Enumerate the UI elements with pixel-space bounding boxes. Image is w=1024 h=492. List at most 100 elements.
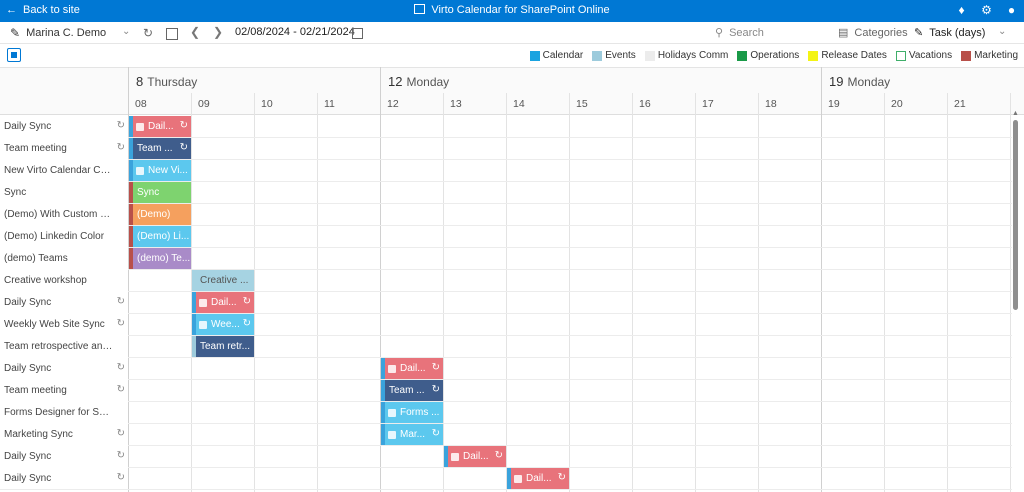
calendar-event[interactable]: Wee... ↻ <box>192 314 254 335</box>
grid-column-line <box>569 93 570 492</box>
calendar-event[interactable]: Dail... ↻ <box>507 468 569 489</box>
calendar-event[interactable]: Mar... ↻ <box>381 424 443 445</box>
teams-icon <box>388 430 396 439</box>
calendar-event[interactable]: Dail... ↻ <box>381 358 443 379</box>
grid-row-line <box>0 467 1012 468</box>
legend-item[interactable]: Marketing <box>961 50 1018 61</box>
event-title: Creative ... <box>200 275 249 286</box>
calendar-event[interactable]: (demo) Te... <box>129 248 191 269</box>
grid-row-line <box>0 489 1012 490</box>
next-period-chevron-icon[interactable]: ❯ <box>213 25 223 39</box>
date-range[interactable]: 02/08/2024 - 02/21/2024 <box>235 26 355 38</box>
event-category-edge <box>129 182 133 203</box>
task-view-icon: ✎ <box>914 27 924 39</box>
user-account-icon[interactable]: ● <box>1005 3 1018 17</box>
legend-item[interactable]: Vacations <box>895 50 952 61</box>
calendar-event[interactable]: New Vi... <box>129 160 191 181</box>
event-title: New Vi... <box>148 165 188 176</box>
recurrence-icon: ↻ <box>116 450 125 461</box>
view-dropdown-chevron-icon[interactable]: ⌄ <box>998 26 1006 37</box>
row-label[interactable]: Team meeting ↻ <box>0 379 128 401</box>
row-label-text: Daily Sync <box>4 296 52 308</box>
row-label[interactable]: (demo) Teams <box>0 247 128 269</box>
teams-icon <box>136 122 144 131</box>
event-title: (Demo) <box>137 209 171 220</box>
legend-item[interactable]: Release Dates <box>808 50 887 61</box>
legend-item[interactable]: Calendar <box>529 50 583 61</box>
recurrence-icon: ↻ <box>116 362 125 373</box>
calendar-event[interactable]: Team ... ↻ <box>129 138 191 159</box>
row-label[interactable]: (Demo) Linkedin Color <box>0 225 128 247</box>
grid-column-line <box>884 93 885 492</box>
row-label[interactable]: Daily Sync ↻ <box>0 357 128 379</box>
hour-label: 12 <box>387 98 399 110</box>
legend-swatch <box>644 50 655 61</box>
calendar-event[interactable]: Team retr... <box>192 336 254 357</box>
calendar-event[interactable]: Sync <box>129 182 191 203</box>
date-picker-calendar-icon[interactable] <box>352 28 363 39</box>
row-label[interactable]: Daily Sync ↻ <box>0 291 128 313</box>
grid-column-line <box>821 67 822 492</box>
event-recurrence-icon: ↻ <box>242 296 251 307</box>
row-label[interactable]: Creative workshop <box>0 269 128 291</box>
event-title: Dail... <box>148 121 174 132</box>
row-label[interactable]: Marketing Sync ↻ <box>0 423 128 445</box>
calendar-event[interactable]: Team ... ↻ <box>381 380 443 401</box>
vertical-scrollbar[interactable] <box>1013 120 1018 310</box>
calendar-event[interactable]: Creative ... <box>192 270 254 291</box>
calendar-event[interactable]: Dail... ↻ <box>444 446 506 467</box>
grid-column-line <box>758 93 759 492</box>
categories-button[interactable]: ▤ Categories <box>838 26 908 40</box>
settings-gear-icon[interactable]: ⚙ <box>980 3 993 17</box>
row-label[interactable]: (Demo) With Custom Color <box>0 203 128 225</box>
search-box[interactable]: ⚲ Search <box>715 26 830 40</box>
legend-item[interactable]: Operations <box>737 50 799 61</box>
previous-period-chevron-icon[interactable]: ❮ <box>190 25 200 39</box>
calendar-event[interactable]: (Demo) Li... <box>129 226 191 247</box>
row-label[interactable]: Team retrospective and pl... <box>0 335 128 357</box>
legend-swatch <box>808 50 819 61</box>
hour-label: 18 <box>765 98 777 110</box>
row-label[interactable]: Daily Sync ↻ <box>0 115 128 137</box>
row-label[interactable]: Team meeting ↻ <box>0 137 128 159</box>
event-category-edge <box>129 248 133 269</box>
event-category-edge <box>192 292 196 313</box>
day-header: 8 Thursday <box>136 74 197 89</box>
grid-row-line <box>0 357 1012 358</box>
row-label[interactable]: New Virto Calendar Categ... <box>0 159 128 181</box>
recurrence-icon: ↻ <box>116 384 125 395</box>
legend-item[interactable]: Holidays Comm <box>644 50 728 61</box>
select-all-checkbox[interactable] <box>7 48 21 62</box>
hour-label: 16 <box>639 98 651 110</box>
legend-item[interactable]: Events <box>592 50 636 61</box>
event-title: Dail... <box>400 363 426 374</box>
refresh-icon[interactable]: ↻ <box>143 26 153 40</box>
row-label[interactable]: Daily Sync ↻ <box>0 467 128 489</box>
recurrence-icon: ↻ <box>116 472 125 483</box>
event-recurrence-icon: ↻ <box>179 142 188 153</box>
row-label-text: New Virto Calendar Categ... <box>4 164 114 176</box>
calendar-event[interactable]: Dail... ↻ <box>192 292 254 313</box>
legend-label: Operations <box>750 50 800 61</box>
event-category-edge <box>129 160 133 181</box>
row-label[interactable]: Sync <box>0 181 128 203</box>
teams-icon <box>514 474 522 483</box>
row-label[interactable]: Daily Sync ↻ <box>0 445 128 467</box>
row-label-text: Marketing Sync <box>4 428 73 440</box>
user-dropdown-chevron-icon[interactable]: ⌄ <box>122 26 130 37</box>
row-label-text: Team meeting <box>4 142 67 154</box>
user-selector[interactable]: ✎ Marina C. Demo <box>10 26 106 40</box>
event-category-edge <box>381 424 385 445</box>
edit-pencil-icon: ✎ <box>10 26 21 40</box>
notifications-bell-icon[interactable]: ♦ <box>955 3 968 17</box>
event-category-edge <box>192 270 196 291</box>
row-label[interactable]: Forms Designer for Share... <box>0 401 128 423</box>
calendar-event[interactable]: Forms ... <box>381 402 443 423</box>
view-selector[interactable]: ✎ Task (days) <box>914 26 985 40</box>
row-label[interactable]: Weekly Web Site Sync ↻ <box>0 313 128 335</box>
today-icon[interactable] <box>166 28 178 40</box>
scroll-up-arrow-icon[interactable]: ▲ <box>1012 110 1019 117</box>
calendar-event[interactable]: (Demo) <box>129 204 191 225</box>
legend-label: Marketing <box>974 50 1018 61</box>
calendar-event[interactable]: Dail... ↻ <box>129 116 191 137</box>
